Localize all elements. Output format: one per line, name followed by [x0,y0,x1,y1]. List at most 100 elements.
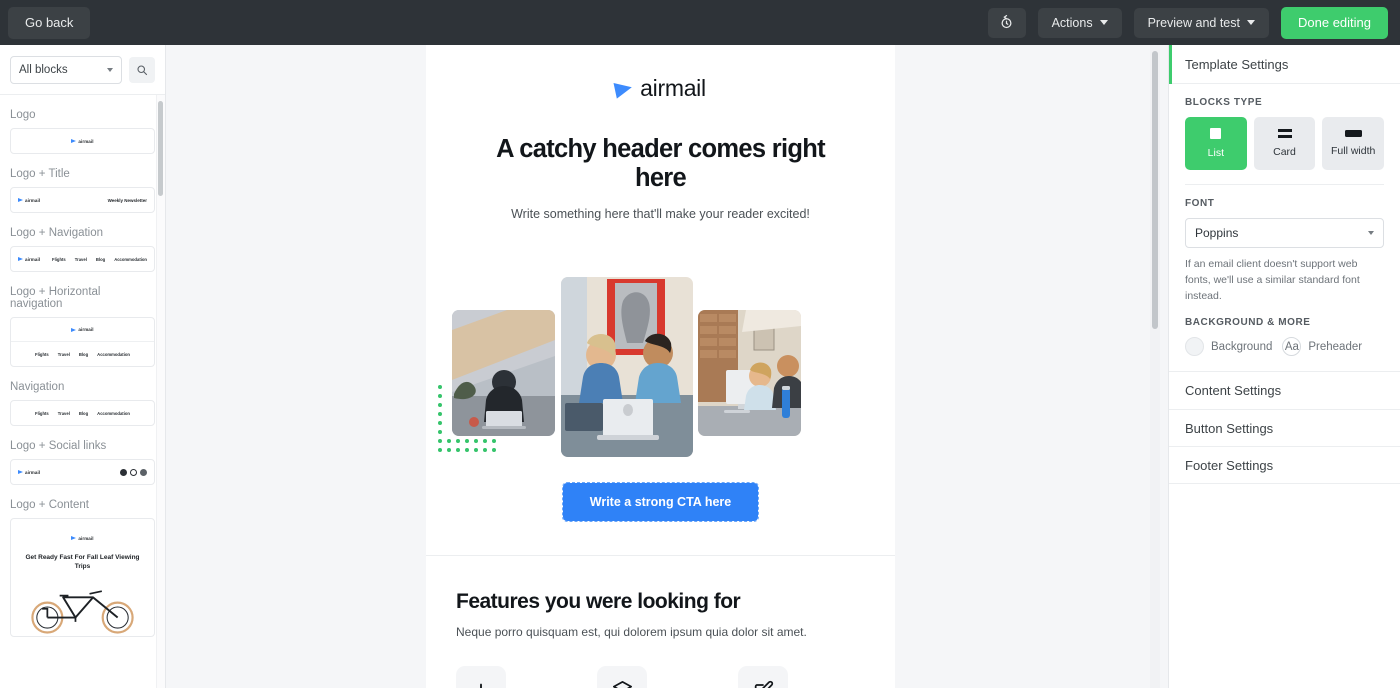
preheader-setting[interactable]: Aa Preheader [1282,337,1363,357]
features-title[interactable]: Features you were looking for [456,590,865,614]
collage-photo-left[interactable] [452,309,555,436]
chevron-down-icon [1247,20,1255,25]
font-section: FONT Poppins If an email client doesn't … [1185,185,1384,304]
background-color-picker[interactable]: Background [1185,337,1272,357]
blocks-search-button[interactable] [129,56,155,83]
template-settings-body: BLOCKS TYPE List Card Full width FONT Po… [1169,84,1400,357]
mini-logo: airmail [18,470,40,475]
email-image-collage[interactable] [426,276,895,457]
mini-brand-label: airmail [25,197,41,203]
blocks-type-list[interactable]: List [1185,117,1247,170]
preview-label: Preview and test [1147,15,1240,30]
settings-panel: Template Settings BLOCKS TYPE List Card … [1168,45,1400,688]
font-value: Poppins [1195,226,1239,240]
photo-two-colleagues-smiling [561,276,693,457]
collage-photo-right[interactable] [698,309,801,436]
block-group-logo-content: Logo + Content airmail Get Ready Fast Fo… [10,485,155,637]
collage-photo-center[interactable] [561,276,693,457]
blocks-sidebar: All blocks Logo airmail Logo + Title air… [0,45,166,688]
chevron-down-icon [1368,231,1374,235]
mini-nav-item: Accommodation [97,410,130,416]
block-preview-logo-title[interactable]: airmail Weekly Newsletter [10,187,155,213]
paper-plane-icon [613,78,634,99]
mini-nav-item: Flights [35,410,49,416]
mini-nav-item: Accommodation [114,256,147,262]
block-preview-logo-navigation[interactable]: airmail Flights Travel Blog Accommodatio… [10,246,155,272]
block-group-label: Logo + Navigation [10,227,104,239]
blocks-type-card[interactable]: Card [1253,117,1316,170]
email-headline[interactable]: A catchy header comes right here [468,135,853,194]
undo-clock-icon [1001,15,1012,29]
email-subheadline[interactable]: Write something here that'll make your r… [468,207,853,221]
preview-and-test-button[interactable]: Preview and test [1133,7,1269,38]
rows-icon [1277,128,1292,139]
block-preview-logo-horizontal-navigation[interactable]: airmail Flights Travel Blog Accommodatio… [10,317,155,367]
mini-logo: airmail [18,198,40,203]
block-preview-logo-social-links[interactable]: airmail [10,459,155,485]
done-editing-button[interactable]: Done editing [1281,6,1388,39]
email-canvas[interactable]: airmail A catchy header comes right here… [166,45,1160,688]
button-settings-section[interactable]: Button Settings [1169,408,1400,447]
bicycle-illustration [31,590,134,634]
blocks-list[interactable]: Logo airmail Logo + Title airmail Weekly… [0,95,165,688]
mini-nav-item: Blog [78,351,89,357]
font-hint: If an email client doesn't support web f… [1185,258,1360,302]
canvas-scrollbar-thumb[interactable] [1152,51,1158,329]
blocks-scrollbar-track[interactable] [156,95,165,688]
actions-menu-button[interactable]: Actions [1037,7,1122,38]
template-settings-header[interactable]: Template Settings [1169,45,1400,84]
settings-accordion: Content Settings Button Settings Footer … [1169,371,1400,484]
background-caption: BACKGROUND & MORE [1185,317,1311,329]
mini-nav: Flights Travel Blog Accommodation [35,411,130,416]
footer-settings-section[interactable]: Footer Settings [1169,446,1400,484]
block-preview-logo[interactable]: airmail [10,128,155,154]
preheader-label: Preheader [1308,340,1363,353]
feature-card[interactable]: User analytics Analyze your metrics [456,665,574,688]
mini-brand-label: airmail [78,535,94,541]
email-cta-block[interactable]: Write a strong CTA here [426,457,895,555]
blocks-sidebar-header: All blocks [0,45,165,95]
mini-social-links [120,468,147,476]
blocks-type-caption: BLOCKS TYPE [1185,97,1263,108]
feature-card[interactable]: Clean design We designed blocks that [597,665,715,688]
paper-plane-icon [71,139,77,143]
cta-button[interactable]: Write a strong CTA here [561,481,760,522]
mini-nav: Flights Travel Blog Accommodation [35,352,130,357]
blocks-scrollbar-thumb[interactable] [158,101,163,196]
facebook-icon [120,468,127,476]
go-back-button[interactable]: Go back [8,6,91,39]
blocks-type-label: List [1207,147,1224,159]
block-preview-logo-content[interactable]: airmail Get Ready Fast For Fall Leaf Vie… [10,518,155,637]
photo-man-at-laptop [452,309,555,436]
top-toolbar: Go back Actions Preview and test Done ed… [0,0,1400,45]
blocks-type-label: Card [1273,146,1296,159]
mini-nav-item: Blog [78,410,89,416]
block-group-label: Logo + Title [10,168,70,180]
undo-button[interactable] [987,7,1026,38]
blocks-filter-select[interactable]: All blocks [10,55,122,84]
brand-name: airmail [640,75,706,101]
background-section: BACKGROUND & MORE Background Aa Preheade… [1185,304,1384,357]
font-select[interactable]: Poppins [1185,218,1384,248]
chevron-down-icon [107,67,113,72]
bar-chart-icon [480,683,482,688]
email-hero-block[interactable]: airmail A catchy header comes right here… [426,45,895,255]
email-template[interactable]: airmail A catchy header comes right here… [426,45,895,688]
paper-plane-icon [71,327,77,332]
mini-nav-item: Accommodation [97,351,130,357]
blocks-type-label: Full width [1331,145,1376,157]
canvas-scrollbar-track[interactable] [1150,45,1160,688]
mini-brand-label: airmail [78,138,94,144]
blocks-type-full-width[interactable]: Full width [1322,117,1385,170]
block-group-logo-social-links: Logo + Social links airmail [10,426,155,485]
mini-nav-item: Travel [57,351,70,357]
actions-label: Actions [1051,15,1093,30]
features-subtitle[interactable]: Neque porro quisquam est, qui dolorem ip… [456,625,865,639]
content-settings-section[interactable]: Content Settings [1169,371,1400,409]
block-preview-navigation[interactable]: Flights Travel Blog Accommodation [10,400,155,426]
feature-card[interactable]: Easy customizable It is easy for anyone … [738,665,856,688]
paper-plane-icon [18,470,23,474]
toolbar-left-group: Go back [0,6,91,39]
email-features-block[interactable]: Features you were looking for Neque porr… [426,556,895,688]
instagram-icon [140,468,147,476]
